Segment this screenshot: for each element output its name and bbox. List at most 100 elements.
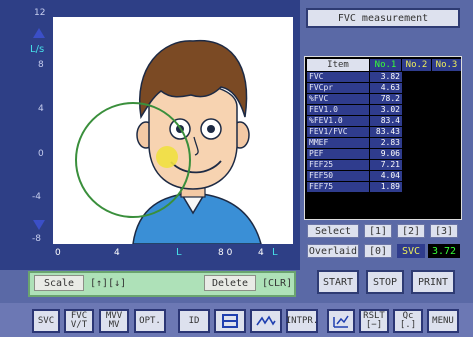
row-no3-value bbox=[433, 116, 461, 126]
svc-mode-button[interactable]: SVC bbox=[32, 309, 60, 333]
results-table: Item No.1 No.2 No.3 FVC 3.82 FVCpr 4.63 %FVC… bbox=[304, 56, 462, 220]
header-no1[interactable]: No.1 bbox=[370, 59, 401, 71]
row-item-name: %FVC bbox=[307, 94, 369, 104]
row-no1-value: 2.83 bbox=[370, 138, 402, 148]
table-row: FEV1.0 3.02 bbox=[307, 105, 461, 116]
print-button[interactable]: PRINT bbox=[411, 270, 455, 294]
row-no1-value: 3.82 bbox=[370, 72, 402, 82]
overlaid-label: Overlaid bbox=[307, 244, 359, 258]
calibration-button[interactable] bbox=[327, 309, 355, 333]
row-no2-value bbox=[403, 127, 432, 137]
stop-button[interactable]: STOP bbox=[366, 270, 404, 294]
row-no2-value bbox=[403, 72, 432, 82]
row-no1-value: 83.43 bbox=[370, 127, 402, 137]
select-option-1[interactable]: [1] bbox=[364, 224, 392, 238]
row-item-name: MMEF bbox=[307, 138, 369, 148]
row-no3-value bbox=[433, 83, 461, 93]
row-no2-value bbox=[403, 105, 432, 115]
select-option-3[interactable]: [3] bbox=[430, 224, 458, 238]
opt-button[interactable]: OPT. bbox=[134, 309, 166, 333]
row-no3-value bbox=[433, 160, 461, 170]
delete-button[interactable]: Delete bbox=[204, 275, 256, 291]
display-icon bbox=[222, 314, 238, 328]
table-row: %FVC 78.2 bbox=[307, 94, 461, 105]
row-no2-value bbox=[403, 182, 432, 192]
row-no1-value: 3.02 bbox=[370, 105, 402, 115]
table-row: FVCpr 4.63 bbox=[307, 83, 461, 94]
character-illustration bbox=[75, 39, 262, 245]
row-no2-value bbox=[403, 160, 432, 170]
x-tick-0: 0 bbox=[55, 248, 61, 258]
row-no3-value bbox=[433, 171, 461, 181]
mode-title: FVC measurement bbox=[306, 8, 460, 28]
rslt-button[interactable]: RSLT [−] bbox=[359, 309, 389, 333]
table-row: PEF 9.06 bbox=[307, 149, 461, 160]
y-tick-8: 8 bbox=[38, 60, 44, 70]
x-tick-4: 4 bbox=[114, 248, 120, 258]
delete-key: [CLR] bbox=[262, 277, 293, 289]
scale-down-arrow-icon[interactable] bbox=[33, 220, 45, 230]
qc-button[interactable]: Qc [.] bbox=[393, 309, 423, 333]
overlaid-option-0[interactable]: [0] bbox=[364, 244, 392, 258]
x-tick-right-4: 4 bbox=[258, 248, 264, 258]
row-item-name: PEF bbox=[307, 149, 369, 159]
table-row: MMEF 2.83 bbox=[307, 138, 461, 149]
graph-mode-button[interactable] bbox=[250, 309, 282, 333]
rslt-line2: [−] bbox=[365, 320, 383, 330]
y-tick-4: 4 bbox=[38, 104, 44, 114]
row-no2-value bbox=[403, 138, 432, 148]
row-no1-value: 4.63 bbox=[370, 83, 402, 93]
fvc-vt-button[interactable]: FVC V/T bbox=[64, 309, 94, 333]
scale-up-arrow-icon[interactable] bbox=[33, 28, 45, 38]
id-button[interactable]: ID bbox=[178, 309, 210, 333]
row-no3-value bbox=[433, 94, 461, 104]
row-item-name: FVC bbox=[307, 72, 369, 82]
y-tick-neg8: -8 bbox=[32, 234, 41, 244]
row-no2-value bbox=[403, 94, 432, 104]
mvv-line2: MV bbox=[108, 320, 120, 330]
x-unit-right: L bbox=[272, 247, 278, 258]
y-tick-neg4: -4 bbox=[32, 192, 41, 202]
row-item-name: %FEV1.0 bbox=[307, 116, 369, 126]
table-row: FEV1/FVC 83.43 bbox=[307, 127, 461, 138]
select-label: Select bbox=[307, 224, 359, 238]
row-item-name: FEF25 bbox=[307, 160, 369, 170]
row-no3-value bbox=[433, 182, 461, 192]
start-button[interactable]: START bbox=[317, 270, 359, 294]
header-item: Item bbox=[307, 59, 369, 71]
table-row: FEF25 7.21 bbox=[307, 160, 461, 171]
row-no3-value bbox=[433, 127, 461, 137]
x-unit-left: L bbox=[176, 247, 182, 258]
row-item-name: FEF50 bbox=[307, 171, 369, 181]
row-no1-value: 4.04 bbox=[370, 171, 402, 181]
row-no1-value: 7.21 bbox=[370, 160, 402, 170]
table-row: %FEV1.0 83.4 bbox=[307, 116, 461, 127]
mvv-button[interactable]: MVV MV bbox=[99, 309, 129, 333]
scale-button[interactable]: Scale bbox=[34, 275, 84, 291]
x-tick-80: 8 0 bbox=[218, 248, 233, 258]
menu-button[interactable]: MENU bbox=[427, 309, 459, 333]
display-button[interactable] bbox=[214, 309, 246, 333]
calibration-icon bbox=[333, 315, 349, 328]
row-no1-value: 9.06 bbox=[370, 149, 402, 159]
svc-value: 3.72 bbox=[428, 244, 460, 258]
row-no2-value bbox=[403, 149, 432, 159]
row-no3-value bbox=[433, 138, 461, 148]
row-item-name: FEF75 bbox=[307, 182, 369, 192]
y-max-label: 12 bbox=[34, 8, 46, 18]
row-no3-value bbox=[433, 105, 461, 115]
header-no3[interactable]: No.3 bbox=[432, 59, 461, 71]
intpr-button[interactable]: INTPR. bbox=[286, 309, 318, 333]
row-no2-value bbox=[403, 116, 432, 126]
header-no2[interactable]: No.2 bbox=[402, 59, 431, 71]
waveform-icon bbox=[256, 315, 276, 326]
scale-keys: [↑][↓] bbox=[90, 277, 127, 289]
table-row: FEF50 4.04 bbox=[307, 171, 461, 182]
flow-volume-plot bbox=[53, 17, 293, 245]
y-tick-0: 0 bbox=[38, 149, 44, 159]
qc-line2: [.] bbox=[399, 320, 417, 330]
row-no3-value bbox=[433, 149, 461, 159]
row-no1-value: 78.2 bbox=[370, 94, 402, 104]
select-option-2[interactable]: [2] bbox=[397, 224, 425, 238]
row-item-name: FVCpr bbox=[307, 83, 369, 93]
